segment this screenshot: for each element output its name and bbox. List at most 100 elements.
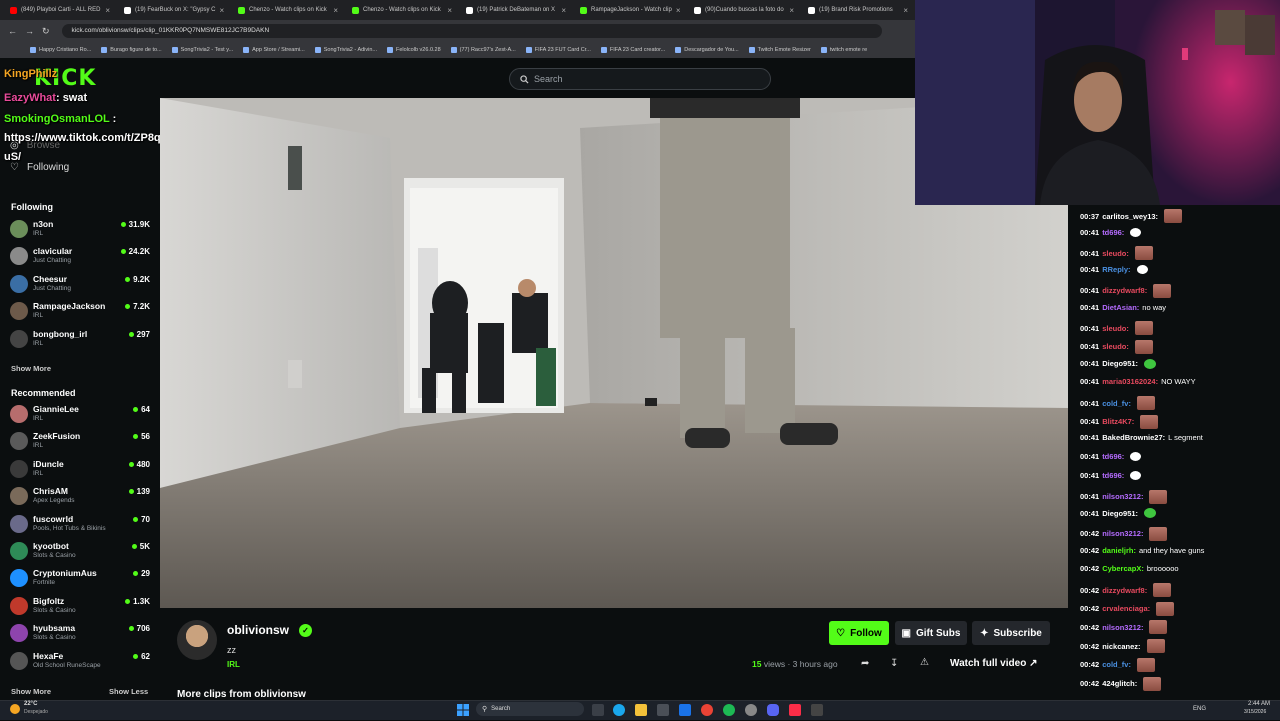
sidebar-channel-hyubsama[interactable]: hyubsama Slots & Casino 706 <box>10 621 150 645</box>
chat-username[interactable]: td696: <box>1102 228 1124 237</box>
chat-username[interactable]: Blitz4K7: <box>1102 417 1134 426</box>
chat-username[interactable]: danieljrh: <box>1102 546 1136 555</box>
download-icon[interactable]: ↧ <box>890 658 898 669</box>
discord-icon[interactable] <box>767 704 779 716</box>
sidebar-channel-cryptoniumaus[interactable]: CryptoniumAus Fortnite 29 <box>10 566 150 590</box>
clip-category[interactable]: IRL <box>227 660 240 669</box>
browser-tab[interactable]: (19) Patrick DeBateman on X × <box>460 1 572 19</box>
chat-username[interactable]: CybercapX: <box>1102 564 1144 573</box>
sidebar-channel-zeekfusion[interactable]: ZeekFusion IRL 56 <box>10 429 150 453</box>
bookmark-item[interactable]: Descargador de You... <box>675 47 739 53</box>
windows-start-icon[interactable] <box>457 703 469 716</box>
bookmark-item[interactable]: Happy Cristiano Ro... <box>30 47 91 53</box>
clock-time[interactable]: 2:44 AM <box>1248 701 1270 707</box>
browser-tab[interactable]: Chenzo - Watch clips on Kick × <box>346 1 458 19</box>
mail-icon[interactable] <box>679 704 691 716</box>
bookmark-item[interactable]: (77) Racc97's Zest-A... <box>450 47 516 53</box>
close-icon[interactable]: × <box>561 6 566 15</box>
chat-username[interactable]: nilson3212: <box>1102 623 1143 632</box>
chat-username[interactable]: 424glitch: <box>1102 679 1137 688</box>
chat-username[interactable]: dizzydwarf8: <box>1102 586 1147 595</box>
forward-icon[interactable]: → <box>25 26 34 36</box>
store-icon[interactable] <box>657 704 669 716</box>
chat-username[interactable]: nilson3212: <box>1102 492 1143 501</box>
bookmark-item[interactable]: FIFA 23 FUT Card Cr... <box>525 47 591 53</box>
watch-full-video-link[interactable]: Watch full video ↗ <box>950 658 1037 669</box>
sidebar-channel-fuscowrld[interactable]: fuscowrld Pools, Hot Tubs & Bikinis 70 <box>10 512 150 536</box>
chat-username[interactable]: cold_fv: <box>1102 660 1131 669</box>
browser-tab[interactable]: (849) Playboi Carti - ALL RED × <box>4 1 116 19</box>
url-input[interactable]: kick.com/oblivionsw/clips/clip_01KKR0PQ7… <box>61 24 882 38</box>
sidebar-channel-kyootbot[interactable]: kyootbot Slots & Casino 5K <box>10 539 150 563</box>
chat-username[interactable]: sleudo: <box>1102 324 1129 333</box>
channel-username[interactable]: oblivionsw <box>227 623 289 637</box>
chat-username[interactable]: RReply: <box>1102 265 1130 274</box>
chat-username[interactable]: crvalenciaga: <box>1102 604 1150 613</box>
browser-tab[interactable]: (19) Brand Risk Promotions × <box>802 1 914 19</box>
sidebar-channel-giannielee[interactable]: GiannieLee IRL 64 <box>10 402 150 426</box>
edge-icon[interactable] <box>613 704 625 716</box>
sidebar-channel-bongbong_irl[interactable]: bongbong_irl IRL 297 <box>10 327 150 351</box>
share-icon[interactable]: ➦ <box>861 658 869 669</box>
chat-username[interactable]: Diego951: <box>1102 509 1138 518</box>
taskbar-search[interactable]: ⚲ Search <box>476 702 584 716</box>
avatar[interactable] <box>177 620 217 660</box>
bookmark-item[interactable]: SongTrivia2 - Test y... <box>171 47 233 53</box>
close-icon[interactable]: × <box>789 6 794 15</box>
bookmark-item[interactable]: App Store / Streami... <box>243 47 305 53</box>
chrome-icon[interactable] <box>701 704 713 716</box>
sidebar-channel-bigfoltz[interactable]: Bigfoltz Slots & Casino 1.3K <box>10 594 150 618</box>
show-more-recommended[interactable]: Show More <box>11 687 51 696</box>
chat-username[interactable]: td696: <box>1102 452 1124 461</box>
language-indicator[interactable]: ENG <box>1193 706 1206 712</box>
follow-button[interactable]: ♡ Follow <box>829 621 889 645</box>
chat-username[interactable]: dizzydwarf8: <box>1102 286 1147 295</box>
close-icon[interactable]: × <box>333 6 338 15</box>
clock-date[interactable]: 3/15/2026 <box>1244 709 1266 715</box>
reload-icon[interactable]: ↻ <box>42 26 50 37</box>
browser-tab[interactable]: RampageJackson - Watch clip × <box>574 1 686 19</box>
gift-subs-button[interactable]: ▣ Gift Subs <box>895 621 967 645</box>
file-explorer-icon[interactable] <box>635 704 647 716</box>
chat-username[interactable]: carlitos_wey13: <box>1102 212 1158 221</box>
bookmark-item[interactable]: Felolcolb v26.0.28 <box>387 47 441 53</box>
sidebar-channel-iduncle[interactable]: iDuncle IRL 480 <box>10 457 150 481</box>
chat-username[interactable]: sleudo: <box>1102 249 1129 258</box>
sidebar-channel-n3on[interactable]: n3on IRL 31.9K <box>10 217 150 241</box>
chat-username[interactable]: Diego951: <box>1102 359 1138 368</box>
chat-username[interactable]: DietAsian: <box>1102 303 1139 312</box>
steam-icon[interactable] <box>745 704 757 716</box>
sidebar-channel-rampagejackson[interactable]: RampageJackson IRL 7.2K <box>10 299 150 323</box>
chat-username[interactable]: maria03162024: <box>1102 377 1158 386</box>
spotify-icon[interactable] <box>723 704 735 716</box>
report-icon[interactable]: ⚠ <box>920 657 929 668</box>
sidebar-channel-clavicular[interactable]: clavicular Just Chatting 24.2K <box>10 244 150 268</box>
chat-username[interactable]: cold_fv: <box>1102 399 1131 408</box>
task-view-icon[interactable] <box>592 704 604 716</box>
chat-username[interactable]: td696: <box>1102 471 1124 480</box>
music-icon[interactable] <box>789 704 801 716</box>
bookmark-item[interactable]: Twitch Emote Resizer <box>748 47 811 53</box>
close-icon[interactable]: × <box>105 6 110 15</box>
browser-tab[interactable]: (90)Cuando buscas la foto do × <box>688 1 800 19</box>
sidebar-item-following[interactable]: ♡ Following <box>10 162 69 173</box>
bookmark-item[interactable]: FIFA 23 Card creator... <box>600 47 665 53</box>
browser-tab[interactable]: (19) FearBuck on X: "Gypsy C × <box>118 1 230 19</box>
app-icon[interactable] <box>811 704 823 716</box>
show-more-following[interactable]: Show More <box>11 364 51 373</box>
subscribe-button[interactable]: ✦ Subscribe <box>972 621 1050 645</box>
chat-username[interactable]: sleudo: <box>1102 342 1129 351</box>
sidebar-channel-hexafe[interactable]: HexaFe Old School RuneScape 62 <box>10 649 150 673</box>
bookmark-item[interactable]: SongTrivia2 - Adivin... <box>314 47 377 53</box>
close-icon[interactable]: × <box>220 6 225 15</box>
bookmark-item[interactable]: twitch emote re <box>820 47 867 53</box>
bookmark-item[interactable]: Burago figure de to... <box>101 47 162 53</box>
chat-username[interactable]: nilson3212: <box>1102 529 1143 538</box>
chat-username[interactable]: nickcanez: <box>1102 642 1140 651</box>
close-icon[interactable]: × <box>447 6 452 15</box>
show-less-recommended[interactable]: Show Less <box>109 687 148 696</box>
search-input[interactable]: Search <box>509 68 771 90</box>
close-icon[interactable]: × <box>676 6 681 15</box>
back-icon[interactable]: ← <box>8 26 17 36</box>
browser-tab[interactable]: Chenzo - Watch clips on Kick × <box>232 1 344 19</box>
